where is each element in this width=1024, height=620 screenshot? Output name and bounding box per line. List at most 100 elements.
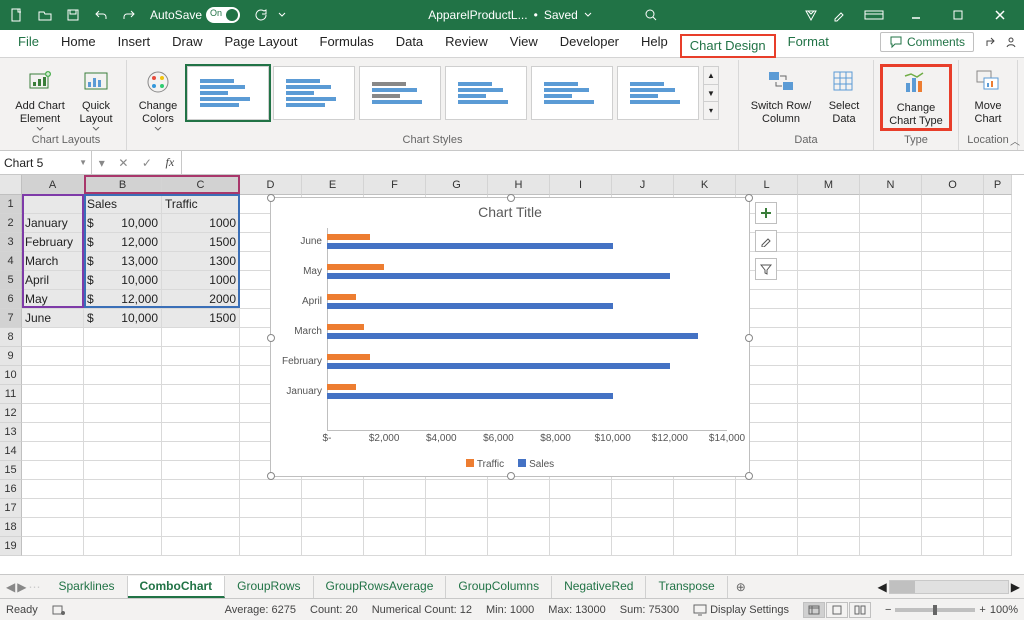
cell[interactable] xyxy=(984,252,1012,271)
ribbon-collapse-icon[interactable]: ︿ xyxy=(1010,133,1020,148)
horizontal-scrollbar[interactable]: ◀▶ xyxy=(878,580,1024,594)
cell[interactable] xyxy=(162,328,240,347)
zoom-control[interactable]: − + 100% xyxy=(885,604,1018,616)
cell[interactable] xyxy=(798,461,860,480)
close-icon[interactable] xyxy=(980,2,1020,28)
cell[interactable]: 1300 xyxy=(162,252,240,271)
cell[interactable]: $13,000 xyxy=(84,252,162,271)
cell[interactable] xyxy=(162,480,240,499)
cell[interactable] xyxy=(550,537,612,556)
column-header[interactable]: N xyxy=(860,175,922,195)
cell[interactable] xyxy=(612,499,674,518)
cell[interactable] xyxy=(798,214,860,233)
cell[interactable] xyxy=(22,499,84,518)
sheet-tab[interactable]: GroupColumns xyxy=(446,576,552,598)
row-header[interactable]: 14 xyxy=(0,442,22,461)
style-thumb-3[interactable] xyxy=(359,66,441,120)
sheet-tab[interactable]: NegativeRed xyxy=(552,576,646,598)
cell[interactable] xyxy=(84,480,162,499)
cell[interactable] xyxy=(240,537,302,556)
cell[interactable]: May xyxy=(22,290,84,309)
cell[interactable] xyxy=(798,499,860,518)
ribbon-mode-icon[interactable] xyxy=(854,2,894,28)
cell[interactable] xyxy=(798,328,860,347)
chart-styles-button[interactable] xyxy=(755,230,777,252)
cell[interactable] xyxy=(674,480,736,499)
cell[interactable] xyxy=(22,328,84,347)
cell[interactable] xyxy=(302,499,364,518)
cell[interactable] xyxy=(860,423,922,442)
style-thumb-1[interactable] xyxy=(187,66,269,120)
row-header[interactable]: 11 xyxy=(0,385,22,404)
change-colors-button[interactable]: Change Colors xyxy=(133,64,183,133)
cell[interactable] xyxy=(922,461,984,480)
cell[interactable] xyxy=(798,366,860,385)
embedded-chart[interactable]: Chart Title JuneMayAprilMarchFebruaryJan… xyxy=(270,197,750,477)
cell[interactable] xyxy=(364,518,426,537)
maximize-icon[interactable] xyxy=(938,2,978,28)
tab-developer[interactable]: Developer xyxy=(550,30,629,57)
cell[interactable] xyxy=(984,271,1012,290)
cell[interactable] xyxy=(22,461,84,480)
cell[interactable] xyxy=(162,499,240,518)
chart-legend[interactable]: Traffic Sales xyxy=(271,459,749,470)
add-sheet-button[interactable]: ⊕ xyxy=(728,580,754,594)
cell[interactable] xyxy=(922,195,984,214)
cell[interactable] xyxy=(860,499,922,518)
cell[interactable] xyxy=(922,499,984,518)
row-header[interactable]: 8 xyxy=(0,328,22,347)
sheet-tab[interactable]: GroupRowsAverage xyxy=(314,576,447,598)
brush-icon[interactable] xyxy=(826,2,852,28)
cell[interactable]: March xyxy=(22,252,84,271)
tab-help[interactable]: Help xyxy=(631,30,678,57)
bar-sales[interactable] xyxy=(327,303,613,309)
column-header[interactable]: H xyxy=(488,175,550,195)
qat-dropdown-icon[interactable] xyxy=(276,2,288,28)
tab-chart-design[interactable]: Chart Design xyxy=(680,34,776,58)
cell[interactable] xyxy=(860,366,922,385)
search-icon[interactable] xyxy=(644,8,658,22)
cell[interactable] xyxy=(612,480,674,499)
cell[interactable] xyxy=(84,461,162,480)
cell[interactable] xyxy=(240,499,302,518)
cell[interactable]: 2000 xyxy=(162,290,240,309)
cancel-formula-icon[interactable]: ✕ xyxy=(118,156,128,170)
cell[interactable] xyxy=(798,537,860,556)
row-header[interactable]: 5 xyxy=(0,271,22,290)
cell[interactable] xyxy=(860,537,922,556)
cell[interactable] xyxy=(922,480,984,499)
column-header[interactable]: K xyxy=(674,175,736,195)
cell[interactable] xyxy=(162,366,240,385)
cell[interactable] xyxy=(860,309,922,328)
cell[interactable] xyxy=(22,537,84,556)
cell[interactable] xyxy=(984,233,1012,252)
page-layout-view-button[interactable] xyxy=(826,602,848,618)
cell[interactable] xyxy=(798,442,860,461)
macro-record-icon[interactable] xyxy=(52,604,66,616)
cell[interactable] xyxy=(364,537,426,556)
cell[interactable] xyxy=(550,480,612,499)
cell[interactable]: January xyxy=(22,214,84,233)
row-header[interactable]: 6 xyxy=(0,290,22,309)
column-header[interactable]: B xyxy=(84,175,162,195)
cell[interactable] xyxy=(984,195,1012,214)
column-header[interactable]: O xyxy=(922,175,984,195)
cell[interactable] xyxy=(860,195,922,214)
cell[interactable] xyxy=(984,385,1012,404)
sheet-tab[interactable]: Transpose xyxy=(646,576,727,598)
bar-traffic[interactable] xyxy=(327,264,384,270)
column-header[interactable]: I xyxy=(550,175,612,195)
cell[interactable] xyxy=(162,518,240,537)
chart-filter-button[interactable] xyxy=(755,258,777,280)
cell[interactable] xyxy=(860,461,922,480)
cell[interactable] xyxy=(798,309,860,328)
cell[interactable] xyxy=(922,385,984,404)
row-header[interactable]: 18 xyxy=(0,518,22,537)
cell[interactable] xyxy=(240,480,302,499)
cell[interactable] xyxy=(302,480,364,499)
style-thumb-5[interactable] xyxy=(531,66,613,120)
cell[interactable]: $10,000 xyxy=(84,309,162,328)
cell[interactable] xyxy=(22,442,84,461)
cell[interactable]: 1500 xyxy=(162,233,240,252)
row-header[interactable]: 3 xyxy=(0,233,22,252)
